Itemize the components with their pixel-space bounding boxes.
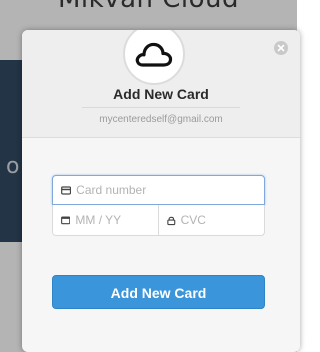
- header-divider: [82, 107, 240, 108]
- lock-icon: [167, 216, 176, 225]
- card-details-form: [52, 175, 265, 241]
- card-number-field[interactable]: [52, 175, 265, 205]
- add-card-modal: Add New Card mycenteredself@gmail.com Ca…: [22, 30, 300, 352]
- account-email: mycenteredself@gmail.com: [99, 114, 223, 125]
- close-icon[interactable]: [274, 41, 288, 55]
- cvc-field[interactable]: [158, 205, 265, 236]
- add-card-button[interactable]: Add New Card: [52, 275, 265, 309]
- credit-card-icon: [61, 185, 72, 195]
- card-number-input[interactable]: [71, 183, 264, 197]
- cvc-input[interactable]: [175, 213, 264, 227]
- expiry-input[interactable]: [70, 213, 158, 227]
- modal-title: Add New Card: [113, 86, 209, 102]
- calendar-icon: [61, 216, 71, 225]
- cloud-icon: [135, 42, 173, 67]
- expiry-field[interactable]: [52, 205, 159, 236]
